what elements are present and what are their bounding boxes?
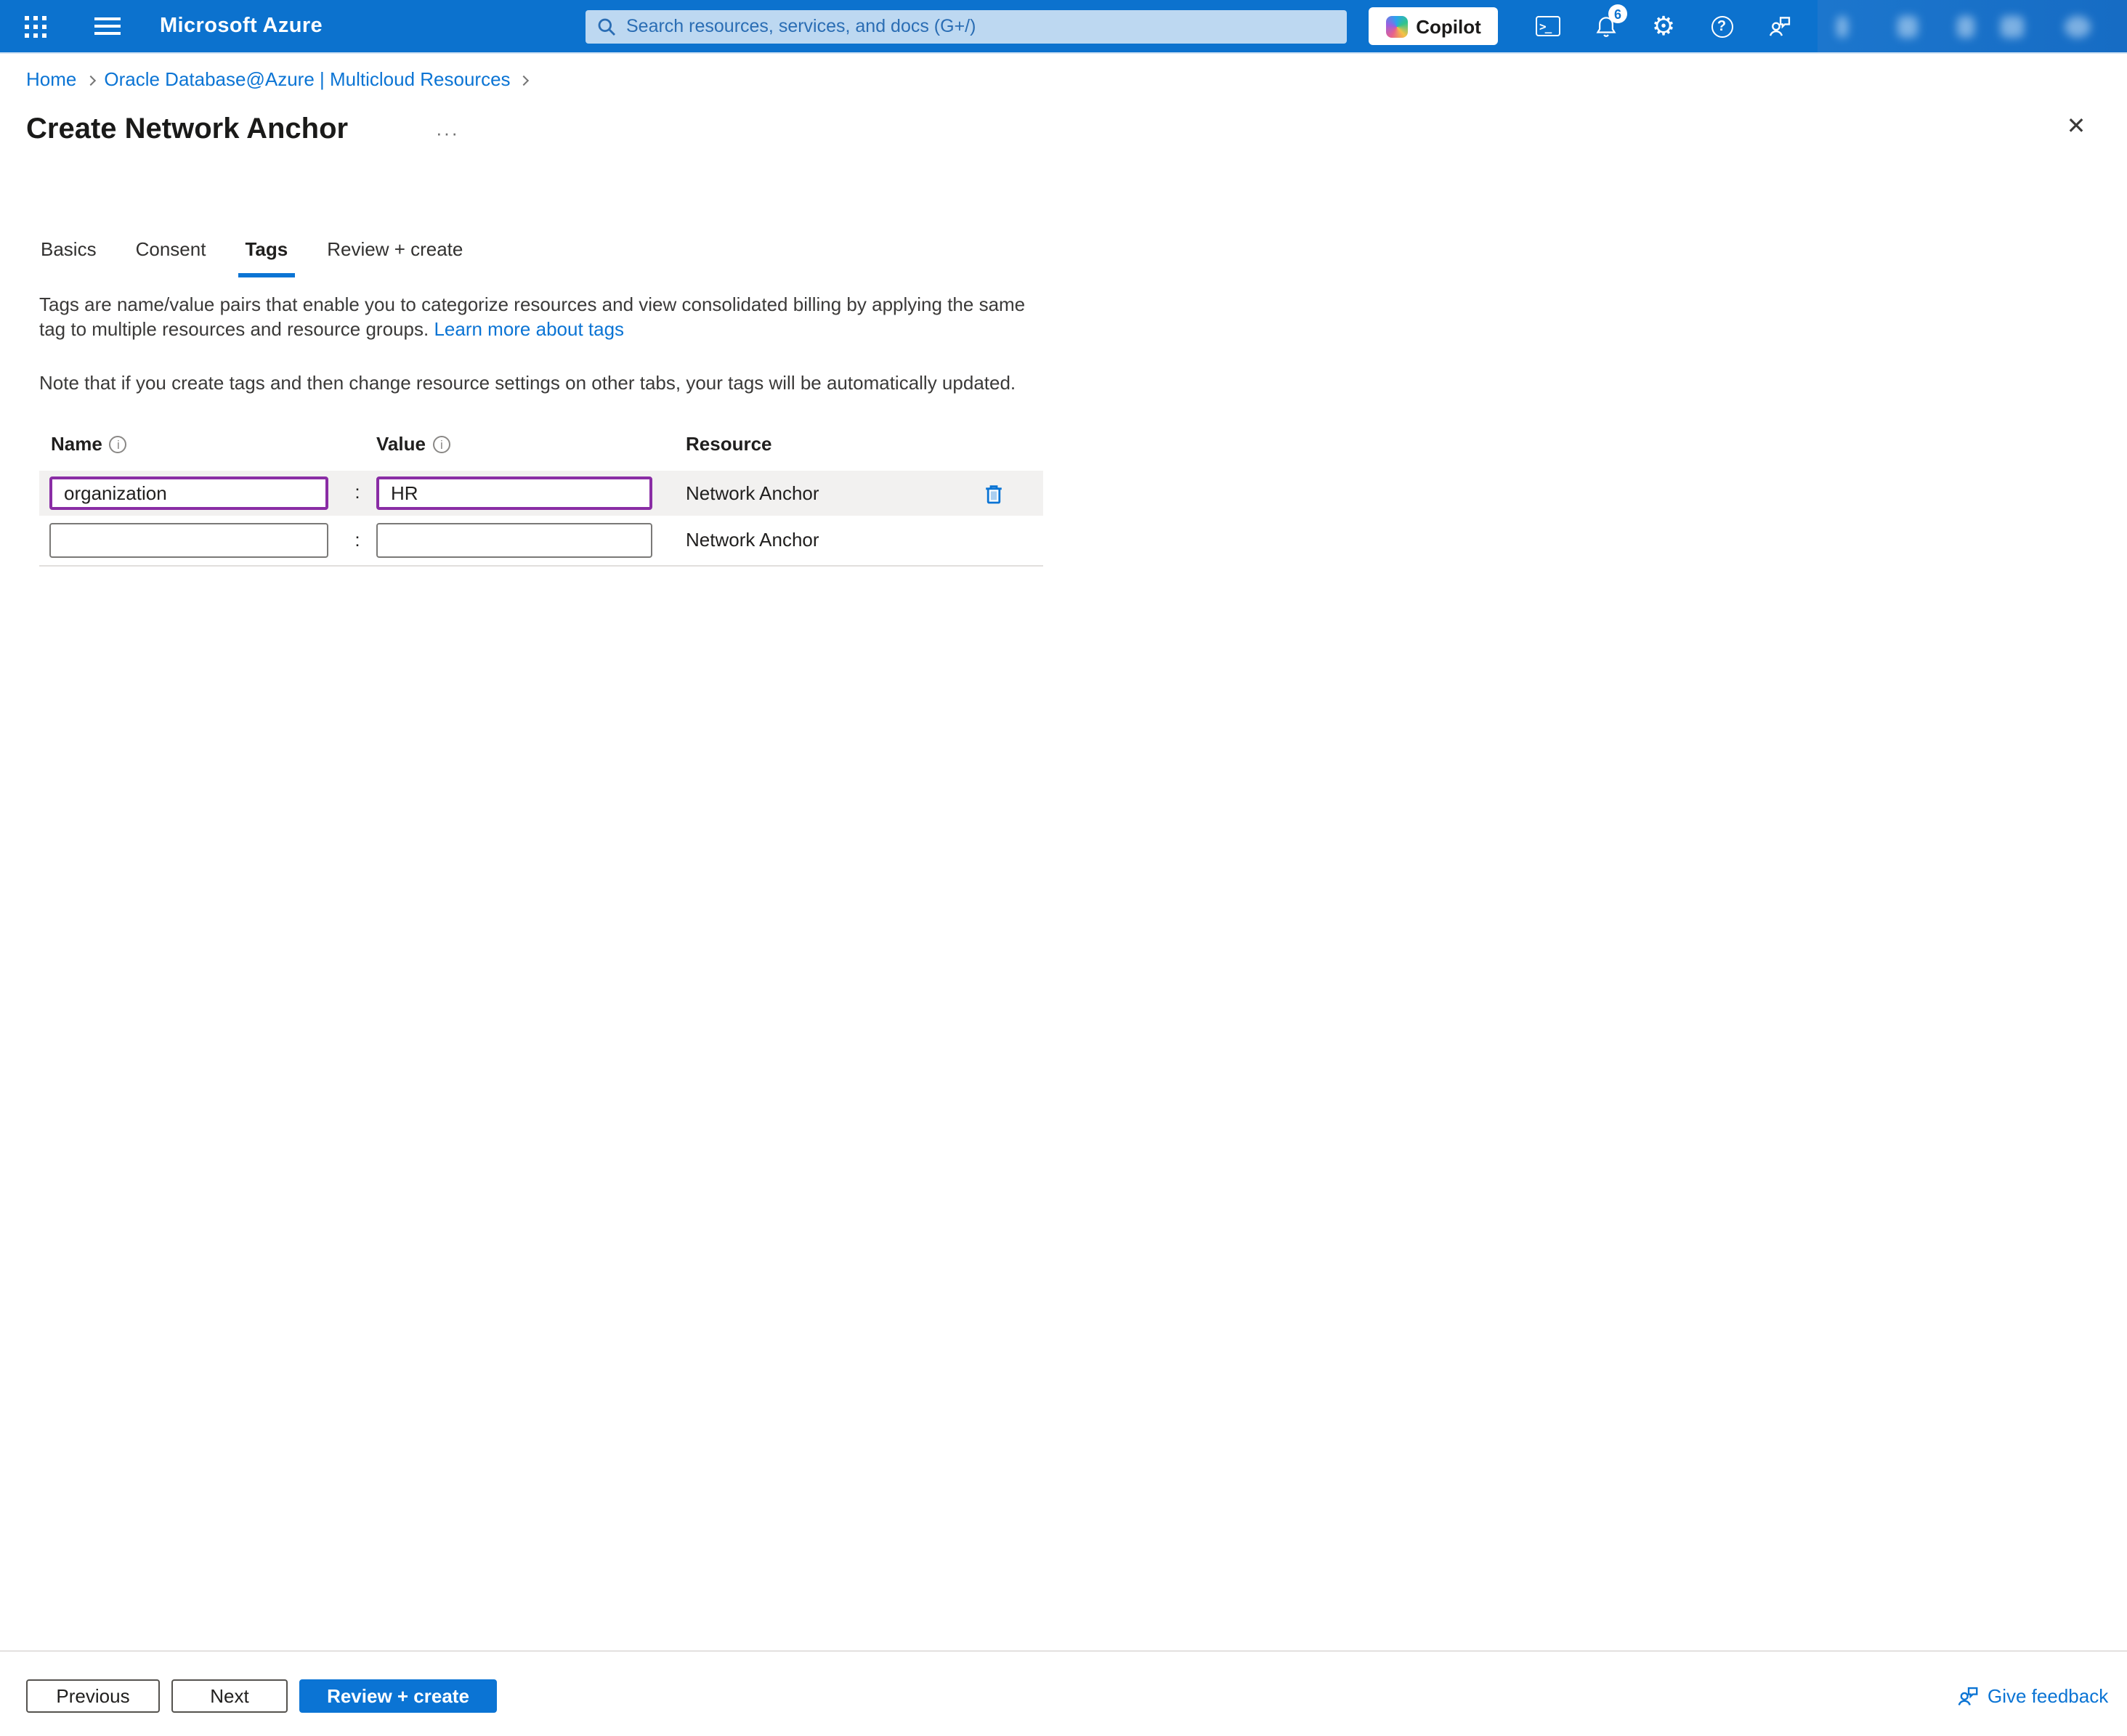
tag-name-input-1[interactable]: [49, 476, 328, 510]
column-header-resource: Resource: [686, 433, 772, 455]
info-icon[interactable]: [433, 435, 450, 453]
resource-label: Network Anchor: [686, 520, 819, 561]
topbar-icon-group: >_ 6 ⚙︎ ?: [1518, 0, 1809, 52]
colon-separator: :: [350, 520, 365, 561]
tag-value-input-2[interactable]: [376, 523, 652, 558]
feedback-icon[interactable]: [1751, 0, 1809, 52]
top-bar: Microsoft Azure Search resources, servic…: [0, 0, 2127, 52]
breadcrumb: Home Oracle Database@Azure | Multicloud R…: [26, 68, 538, 90]
give-feedback-label: Give feedback: [1988, 1685, 2108, 1707]
page-title: Create Network Anchor: [26, 113, 348, 147]
tag-name-input-2[interactable]: [49, 523, 328, 558]
column-header-value: Value: [376, 433, 450, 455]
search-placeholder: Search resources, services, and docs (G+…: [626, 16, 976, 36]
breadcrumb-home-link[interactable]: Home: [26, 68, 76, 90]
chevron-right-icon: [85, 76, 95, 86]
notification-count-badge: 6: [1608, 4, 1627, 23]
copilot-logo: [1385, 15, 1407, 37]
footer-divider: [0, 1650, 2127, 1652]
global-search-input[interactable]: Search resources, services, and docs (G+…: [586, 9, 1347, 43]
trash-icon: [982, 482, 1005, 506]
chevron-right-icon: [519, 76, 529, 86]
learn-more-link[interactable]: Learn more about tags: [434, 318, 624, 340]
colon-separator: :: [350, 471, 365, 514]
give-feedback-link[interactable]: Give feedback: [1956, 1684, 2108, 1708]
brand-title: Microsoft Azure: [160, 0, 323, 52]
waffle-grid-icon: [24, 15, 46, 37]
help-icon[interactable]: ?: [1693, 0, 1751, 52]
tag-row-2: : Network Anchor: [39, 520, 1043, 561]
tags-note: Note that if you create tags and then ch…: [39, 372, 1143, 394]
hamburger-bars-icon: [94, 12, 121, 41]
page-context-menu-icon[interactable]: ···: [436, 122, 459, 144]
tag-row-1: : Network Anchor: [39, 471, 1043, 516]
table-bottom-divider: [39, 565, 1043, 567]
copilot-button[interactable]: Copilot: [1369, 7, 1498, 45]
close-icon[interactable]: ✕: [2054, 105, 2098, 148]
cloud-shell-icon[interactable]: >_: [1518, 0, 1576, 52]
previous-button[interactable]: Previous: [26, 1679, 160, 1713]
delete-tag-icon[interactable]: [976, 476, 1011, 511]
tab-basics[interactable]: Basics: [39, 230, 98, 267]
redacted-account-area[interactable]: [1818, 0, 2127, 52]
tab-consent[interactable]: Consent: [134, 230, 208, 267]
column-header-name: Name: [51, 433, 127, 455]
search-icon: [597, 17, 616, 36]
settings-gear-icon[interactable]: ⚙︎: [1634, 0, 1693, 52]
tags-description: Tags are name/value pairs that enable yo…: [39, 292, 1056, 341]
azure-portal-page: Microsoft Azure Search resources, servic…: [0, 0, 2127, 1736]
notifications-bell-icon[interactable]: 6: [1576, 0, 1634, 52]
info-icon[interactable]: [110, 435, 127, 453]
breadcrumb-oracle-link[interactable]: Oracle Database@Azure | Multicloud Resou…: [104, 68, 510, 90]
hamburger-icon[interactable]: [81, 0, 134, 52]
app-launcher-icon[interactable]: [9, 0, 61, 52]
tab-tags[interactable]: Tags: [243, 230, 289, 267]
next-button[interactable]: Next: [171, 1679, 288, 1713]
resource-label: Network Anchor: [686, 471, 819, 516]
review-create-button[interactable]: Review + create: [299, 1679, 497, 1713]
tab-review-create[interactable]: Review + create: [325, 230, 464, 267]
tag-value-input-1[interactable]: [376, 476, 652, 510]
wizard-tabs: Basics Consent Tags Review + create: [39, 230, 501, 267]
feedback-person-icon: [1956, 1684, 1980, 1708]
person-speech-bubble-icon: [1767, 13, 1793, 39]
